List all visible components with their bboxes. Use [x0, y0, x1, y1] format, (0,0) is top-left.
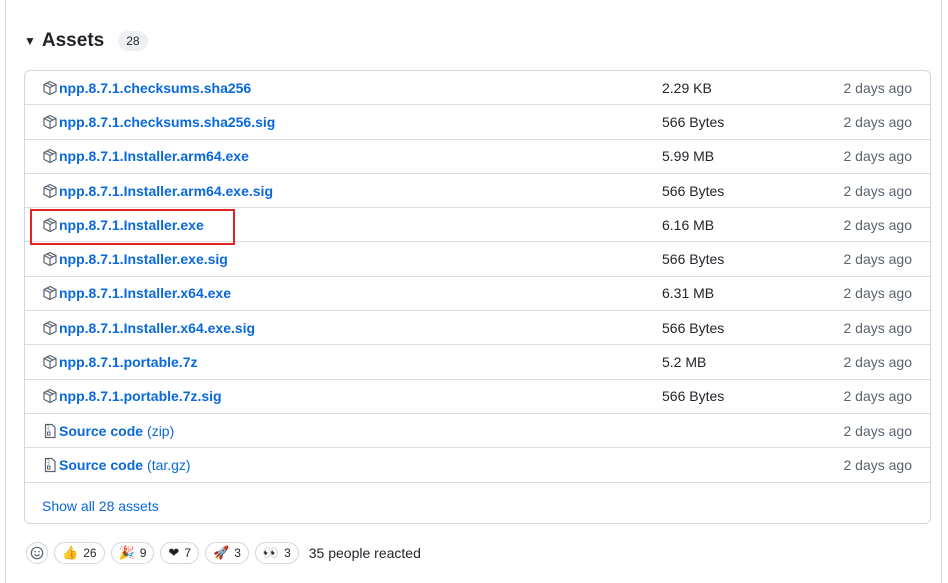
reactions-summary: 35 people reacted — [308, 545, 421, 561]
asset-name-cell: npp.8.7.1.Installer.exe — [42, 208, 204, 241]
asset-link[interactable]: npp.8.7.1.portable.7z.sig — [59, 388, 222, 404]
asset-row: npp.8.7.1.checksums.sha256.sig 566 Bytes 2… — [25, 105, 930, 140]
asset-size: 566 Bytes — [662, 388, 725, 405]
asset-size: 6.16 MB — [662, 216, 715, 233]
reaction-count: 9 — [139, 546, 147, 560]
package-icon — [43, 80, 57, 95]
asset-row: npp.8.7.1.Installer.arm64.exe 5.99 MB 2 da… — [25, 140, 930, 174]
asset-row: npp.8.7.1.Installer.x64.exe.sig 566 Bytes… — [25, 311, 930, 346]
asset-size: 2.29 KB — [662, 79, 712, 96]
asset-row: Source code (tar.gz) 2 days ago — [25, 448, 930, 483]
asset-link[interactable]: npp.8.7.1.Installer.arm64.exe.sig — [59, 183, 273, 199]
asset-date: 2 days ago — [843, 456, 913, 473]
asset-link[interactable]: Source code — [59, 423, 143, 439]
smiley-icon — [30, 546, 44, 560]
asset-name-cell: Source code (zip) — [42, 414, 174, 447]
file-zip-icon — [44, 457, 56, 473]
reaction-button[interactable]: 👀 3 — [254, 542, 299, 564]
asset-date: 2 days ago — [843, 251, 913, 268]
reaction-count: 7 — [184, 546, 192, 560]
asset-name-cell: npp.8.7.1.Installer.x64.exe.sig — [42, 311, 255, 344]
asset-link[interactable]: npp.8.7.1.Installer.exe — [59, 217, 204, 233]
asset-date: 2 days ago — [843, 354, 913, 371]
package-icon — [43, 389, 57, 404]
asset-name-cell: npp.8.7.1.Installer.x64.exe — [42, 277, 231, 310]
assets-header[interactable]: ▼ Assets 28 — [24, 28, 148, 54]
asset-row: Source code (zip) 2 days ago — [25, 414, 930, 449]
asset-size: 5.99 MB — [662, 148, 715, 165]
asset-row: npp.8.7.1.Installer.arm64.exe.sig 566 Byt… — [25, 174, 930, 209]
asset-date: 2 days ago — [843, 79, 913, 96]
asset-size: 566 Bytes — [662, 182, 725, 199]
reactions-bar: 👍 26 🎉 9 ❤ 7 🚀 3 👀 3 35 people reacted — [26, 540, 421, 566]
assets-count-badge: 28 — [118, 31, 148, 51]
file-zip-icon — [44, 423, 56, 438]
asset-name-cell: Source code (tar.gz) — [42, 448, 191, 481]
asset-link[interactable]: Source code — [59, 457, 143, 473]
asset-name-cell: npp.8.7.1.portable.7z.sig — [42, 380, 222, 413]
add-reaction-button[interactable] — [26, 542, 48, 564]
reaction-emoji-icon: 👀 — [262, 545, 280, 561]
package-icon — [43, 149, 57, 164]
asset-row: npp.8.7.1.checksums.sha256 2.29 KB 2 days … — [25, 71, 930, 106]
asset-row: npp.8.7.1.Installer.exe 6.16 MB 2 days ago — [25, 208, 930, 243]
asset-link[interactable]: npp.8.7.1.Installer.x64.exe.sig — [59, 320, 255, 336]
asset-format-suffix[interactable]: (zip) — [147, 423, 174, 439]
asset-row: npp.8.7.1.Installer.exe.sig 566 Bytes 2 da… — [25, 243, 930, 277]
asset-name-cell: npp.8.7.1.Installer.exe.sig — [42, 243, 228, 276]
assets-list: Show all 28 assets npp.8.7.1.checksums.s… — [24, 70, 931, 524]
reaction-button[interactable]: 🚀 3 — [205, 542, 249, 564]
assets-title: Assets — [41, 30, 105, 51]
reaction-emoji-icon: 🎉 — [118, 545, 135, 561]
reaction-count: 3 — [234, 546, 241, 560]
asset-date: 2 days ago — [843, 148, 913, 165]
asset-name-cell: npp.8.7.1.Installer.arm64.exe.sig — [42, 174, 273, 207]
asset-date: 2 days ago — [843, 113, 913, 130]
asset-size: 6.31 MB — [662, 285, 715, 302]
reaction-count: 3 — [284, 546, 291, 560]
package-icon — [43, 286, 57, 301]
asset-link[interactable]: npp.8.7.1.Installer.exe.sig — [59, 251, 228, 267]
package-icon — [43, 320, 57, 335]
asset-date: 2 days ago — [843, 388, 913, 405]
reaction-count: 26 — [83, 546, 97, 560]
asset-name-cell: npp.8.7.1.checksums.sha256 — [42, 71, 251, 104]
asset-size: 5.2 MB — [662, 354, 707, 371]
asset-link[interactable]: npp.8.7.1.Installer.x64.exe — [59, 285, 231, 301]
asset-row: npp.8.7.1.portable.7z 5.2 MB 2 days ago — [25, 345, 930, 380]
asset-date: 2 days ago — [843, 422, 913, 439]
reaction-emoji-icon: 🚀 — [213, 545, 230, 561]
asset-name-cell: npp.8.7.1.Installer.arm64.exe — [42, 140, 249, 173]
asset-row: npp.8.7.1.Installer.x64.exe 6.31 MB 2 days… — [25, 277, 930, 312]
package-icon — [43, 114, 57, 130]
asset-name-cell: npp.8.7.1.checksums.sha256.sig — [42, 105, 275, 138]
asset-name-cell: npp.8.7.1.portable.7z — [42, 345, 197, 378]
reaction-emoji-icon: 👍 — [62, 545, 79, 561]
asset-size: 566 Bytes — [662, 251, 725, 268]
package-icon — [43, 217, 57, 232]
asset-size: 566 Bytes — [662, 113, 725, 130]
caret-down-icon[interactable]: ▼ — [24, 34, 36, 48]
asset-link[interactable]: npp.8.7.1.Installer.arm64.exe — [59, 148, 249, 164]
package-icon — [43, 354, 57, 370]
reaction-button[interactable]: ❤ 7 — [160, 542, 200, 564]
package-icon — [43, 183, 57, 198]
package-icon — [43, 252, 57, 267]
asset-link[interactable]: npp.8.7.1.checksums.sha256 — [59, 80, 251, 96]
asset-link[interactable]: npp.8.7.1.checksums.sha256.sig — [59, 114, 275, 130]
asset-row: npp.8.7.1.portable.7z.sig 566 Bytes 2 days… — [25, 380, 930, 414]
asset-link[interactable]: npp.8.7.1.portable.7z — [59, 354, 197, 370]
asset-date: 2 days ago — [843, 182, 913, 199]
asset-size: 566 Bytes — [662, 319, 725, 336]
reaction-button[interactable]: 👍 26 — [54, 542, 105, 564]
asset-date: 2 days ago — [843, 216, 913, 233]
show-all-assets-link[interactable]: Show all 28 assets — [42, 491, 159, 521]
asset-date: 2 days ago — [843, 319, 913, 336]
reaction-emoji-icon: ❤ — [168, 545, 180, 561]
asset-date: 2 days ago — [843, 285, 913, 302]
asset-format-suffix[interactable]: (tar.gz) — [147, 457, 191, 473]
reaction-button[interactable]: 🎉 9 — [110, 542, 155, 564]
